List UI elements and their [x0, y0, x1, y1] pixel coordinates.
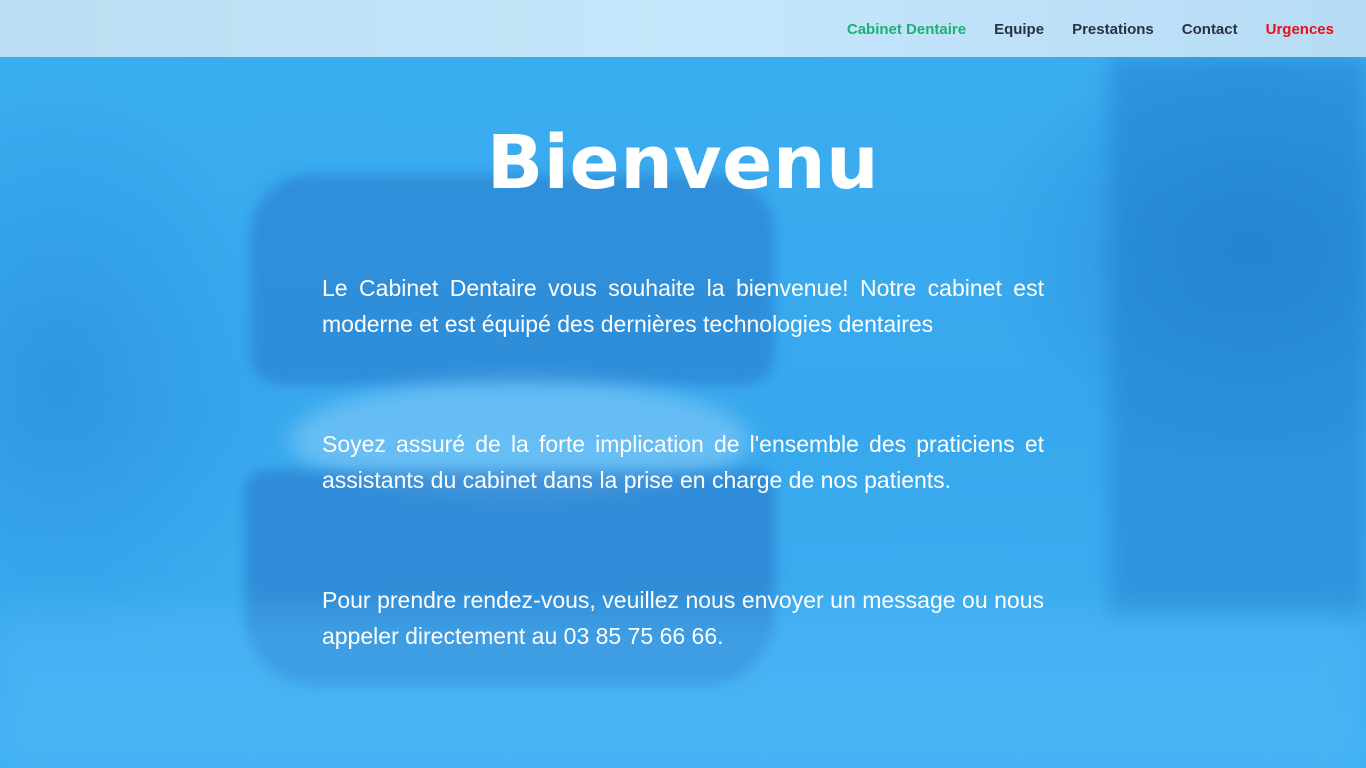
nav-link-urgences[interactable]: Urgences	[1266, 21, 1334, 38]
page-title: Bienvenu	[486, 120, 880, 206]
nav-item-equipe: Equipe	[994, 19, 1044, 38]
nav-link-contact[interactable]: Contact	[1182, 21, 1238, 38]
welcome-paragraph: Le Cabinet Dentaire vous souhaite la bie…	[322, 275, 1044, 337]
welcome-section: Bienvenu Le Cabinet Dentaire vous souhai…	[322, 120, 1044, 654]
nav-item-cabinet-dentaire: Cabinet Dentaire	[847, 19, 966, 38]
nav-link-prestations[interactable]: Prestations	[1072, 21, 1154, 38]
appointment-paragraph: Pour prendre rendez-vous, veuillez nous …	[322, 587, 1044, 649]
nav-link-equipe[interactable]: Equipe	[994, 21, 1044, 38]
nav-item-contact: Contact	[1182, 19, 1238, 38]
nav-item-prestations: Prestations	[1072, 19, 1154, 38]
nav-link-cabinet-dentaire[interactable]: Cabinet Dentaire	[847, 21, 966, 38]
nav-menu: Cabinet Dentaire Equipe Prestations Cont…	[847, 0, 1334, 57]
commitment-paragraph: Soyez assuré de la forte implication de …	[322, 431, 1044, 493]
nav-item-urgences: Urgences	[1266, 19, 1334, 38]
top-navigation-bar: Cabinet Dentaire Equipe Prestations Cont…	[0, 0, 1366, 57]
background-photo-wall	[1110, 57, 1366, 617]
